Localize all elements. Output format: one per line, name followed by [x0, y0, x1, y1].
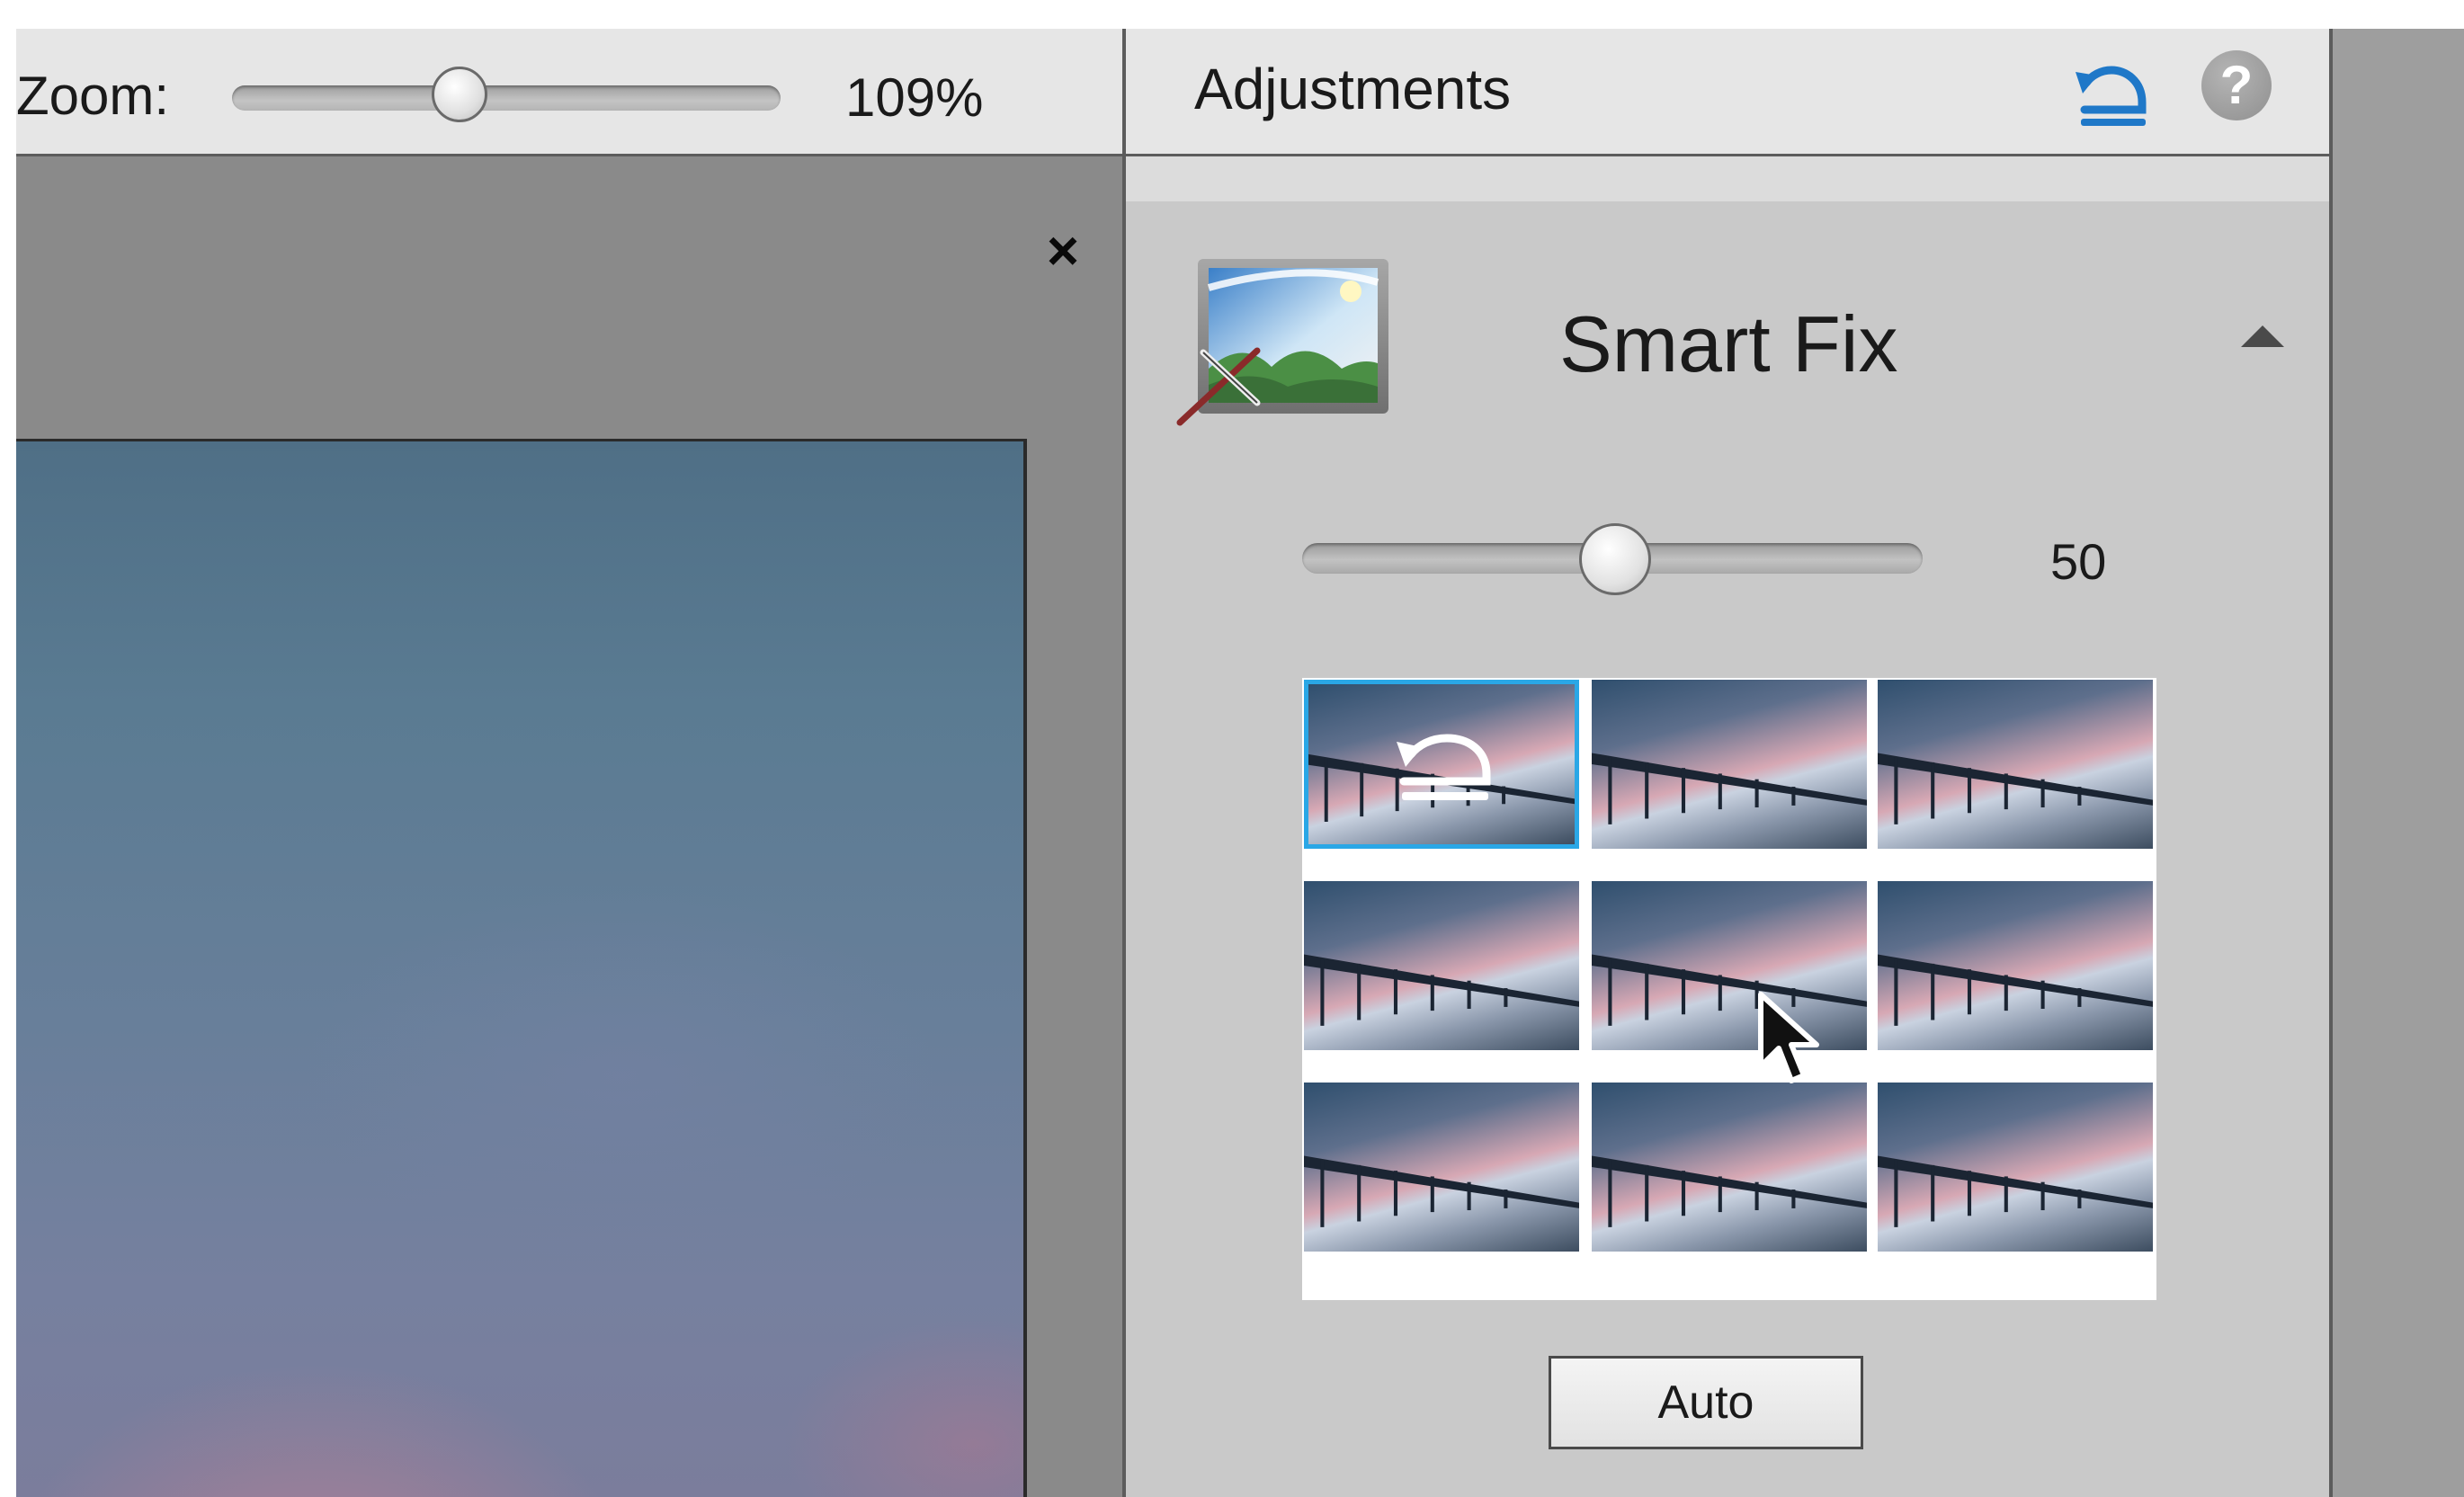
close-icon[interactable]: ×: [1036, 224, 1090, 280]
right-edge-area: [2333, 29, 2464, 1497]
preset-thumbnail[interactable]: [1304, 881, 1579, 1050]
adjustments-panel: Adjustments ? Smart Fix 50 Auto: [1126, 29, 2331, 1497]
smart-fix-title: Smart Fix: [1559, 299, 1898, 388]
preset-thumbnail[interactable]: [1878, 881, 2153, 1050]
preset-thumbnail[interactable]: [1304, 1083, 1579, 1252]
smart-fix-slider-handle[interactable]: [1579, 523, 1651, 595]
photo-preview[interactable]: [16, 439, 1027, 1497]
pier-graphic: [1304, 1155, 1579, 1228]
smart-fix-value: 50: [2050, 533, 2107, 590]
zoom-label: Zoom:: [16, 66, 170, 126]
pier-graphic: [1878, 753, 2153, 825]
zoom-slider-track[interactable]: [232, 85, 781, 111]
pier-graphic: [1592, 1155, 1867, 1228]
pier-graphic: [1878, 954, 2153, 1027]
auto-button[interactable]: Auto: [1549, 1356, 1863, 1449]
preset-thumbnail[interactable]: [1592, 1083, 1867, 1252]
preset-thumbnail[interactable]: [1592, 680, 1867, 849]
panel-header-strip: [1126, 156, 2331, 201]
smart-fix-icon: [1176, 259, 1388, 426]
reset-icon[interactable]: [2068, 54, 2158, 144]
preset-thumbnail[interactable]: [1878, 680, 2153, 849]
preset-thumbnail[interactable]: [1304, 680, 1579, 849]
zoom-slider-handle[interactable]: [432, 67, 487, 122]
panel-title: Adjustments: [1194, 57, 1512, 121]
undo-overlay-icon: [1397, 734, 1491, 800]
help-icon[interactable]: ?: [2201, 50, 2272, 120]
photo-editor-window: Zoom: 109% × Adjustments ? Smart Fix 50 …: [0, 0, 2464, 1497]
preset-thumbnail-grid: [1302, 678, 2156, 1300]
panel-header: Adjustments ?: [1126, 29, 2331, 156]
pier-graphic: [1304, 954, 1579, 1027]
preset-thumbnail[interactable]: [1878, 1083, 2153, 1252]
pier-graphic: [1592, 753, 1867, 825]
mouse-cursor-icon: [1758, 992, 1819, 1083]
zoom-toolbar: Zoom: 109%: [16, 29, 1124, 156]
chevron-up-icon[interactable]: [2241, 325, 2284, 347]
pier-graphic: [1878, 1155, 2153, 1228]
zoom-value: 109%: [845, 67, 984, 128]
top-margin: [0, 0, 2464, 29]
